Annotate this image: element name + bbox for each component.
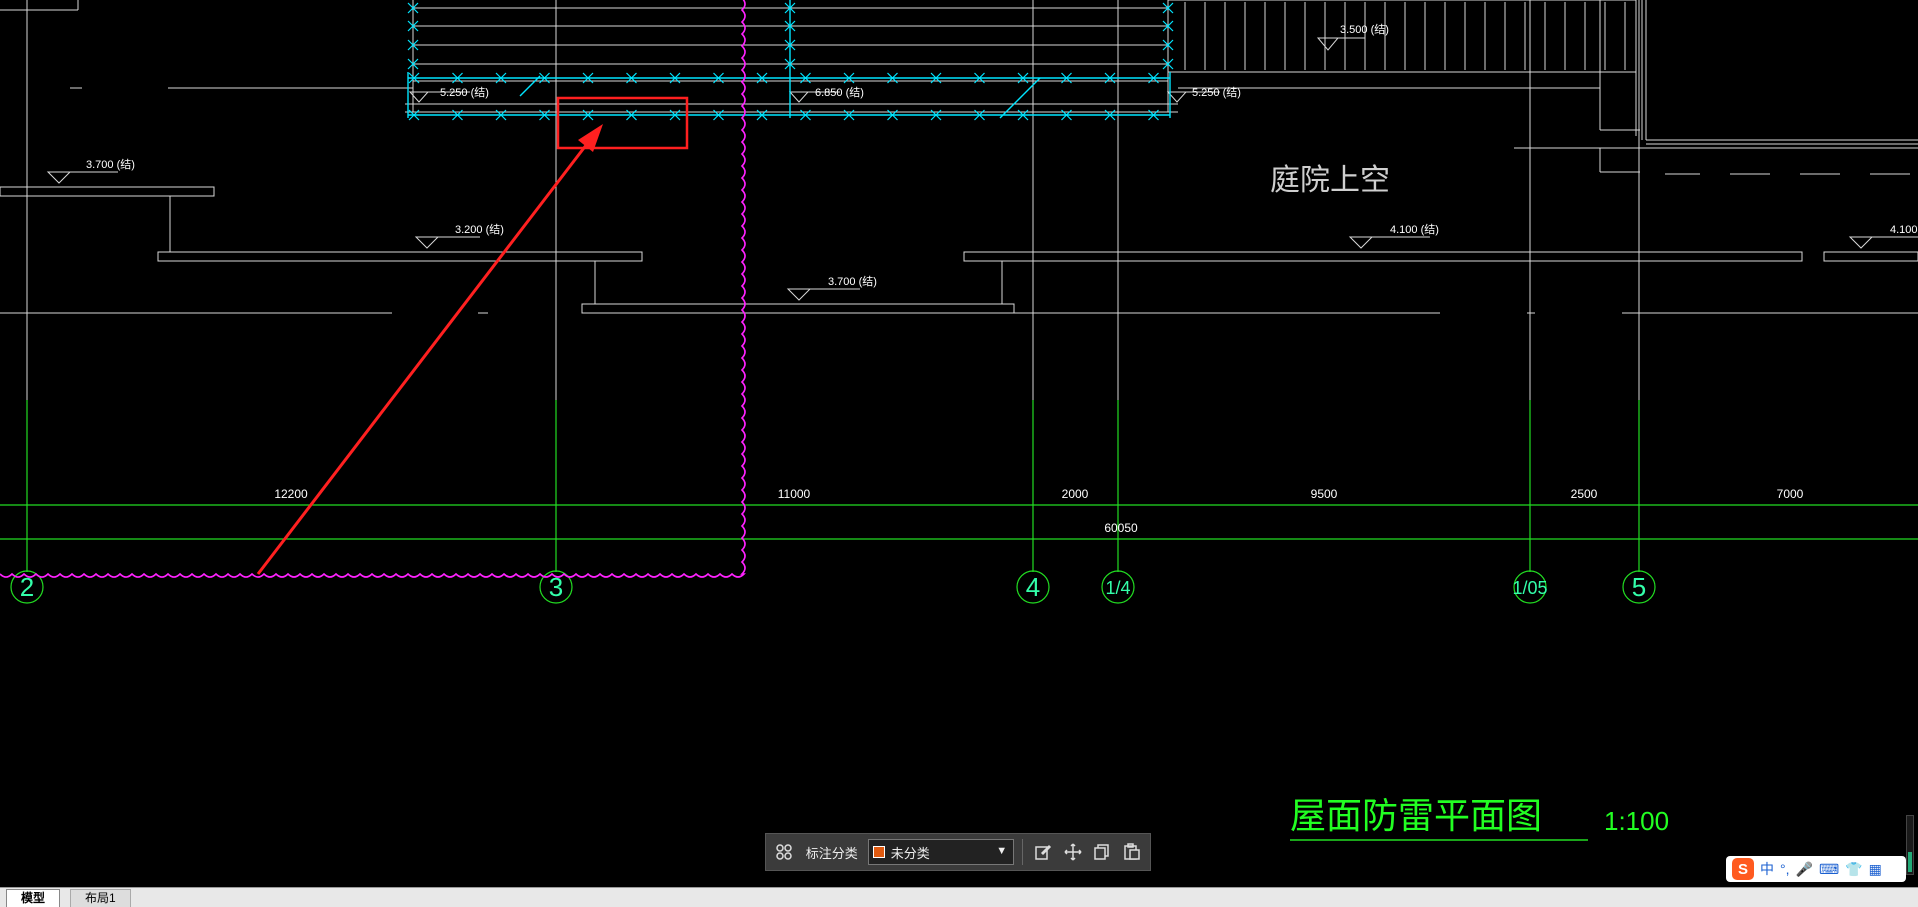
annotation-category-label: 标注分类 bbox=[805, 845, 858, 861]
ime-language-toggle[interactable]: 中 bbox=[1760, 859, 1774, 879]
elevation-label: 6.850 (结) bbox=[815, 86, 864, 99]
dimension-label: 2500 bbox=[1571, 487, 1598, 501]
elevation-label: 3.700 (结) bbox=[828, 275, 877, 288]
axis-label: 5 bbox=[1632, 572, 1646, 602]
courtyard-label: 庭院上空 bbox=[1270, 164, 1390, 197]
stair-hatch bbox=[1184, 2, 1626, 70]
skin-icon[interactable]: 👕 bbox=[1845, 861, 1862, 878]
markup-rectangle[interactable] bbox=[556, 96, 689, 150]
microphone-icon[interactable]: 🎤 bbox=[1796, 861, 1813, 878]
dimension-label: 11000 bbox=[778, 487, 811, 501]
axis-label: 1/4 bbox=[1105, 578, 1130, 598]
sogou-logo-icon[interactable]: S bbox=[1732, 858, 1754, 880]
category-color-swatch bbox=[872, 846, 885, 858]
toolbar-divider bbox=[1022, 839, 1024, 865]
move-icon[interactable] bbox=[1061, 840, 1085, 864]
elevation-label: 5.250 (结) bbox=[440, 86, 489, 99]
revision-cloud bbox=[0, 0, 746, 578]
annotation-category-select[interactable]: 未分类 ▼ bbox=[867, 839, 1015, 865]
axis-label: 4 bbox=[1026, 572, 1040, 602]
axis-bubbles bbox=[10, 570, 1656, 604]
grid-view-icon[interactable] bbox=[772, 840, 796, 864]
elevation-labels: 3.500 (结) 5.250 (结) 6.850 (结) 5.250 (结) … bbox=[86, 23, 1918, 288]
annotation-toolbar: 标注分类 未分类 ▼ bbox=[765, 833, 1151, 871]
copy-icon[interactable] bbox=[1091, 840, 1115, 864]
elevation-label: 4.100 (结) bbox=[1390, 223, 1439, 236]
category-value: 未分类 bbox=[890, 845, 930, 861]
keyboard-icon[interactable]: ⌨ bbox=[1819, 861, 1839, 878]
dimension-labels: 12200 11000 2000 9500 2500 7000 60050 bbox=[274, 487, 1803, 535]
elevation-label: 3.500 (结) bbox=[1340, 23, 1389, 36]
scrollbar-thumb[interactable] bbox=[1908, 852, 1912, 872]
structure-lines bbox=[0, 0, 1918, 400]
dimension-label: 7000 bbox=[1777, 487, 1804, 501]
dimension-label: 9500 bbox=[1311, 487, 1338, 501]
markup-annotation[interactable] bbox=[256, 96, 689, 575]
dimension-label: 12200 bbox=[274, 487, 308, 501]
axis-labels: 2 3 4 1/4 1/05 5 bbox=[20, 572, 1646, 602]
axis-label: 1/05 bbox=[1512, 578, 1547, 598]
elevation-label: 4.100 bbox=[1890, 224, 1918, 236]
elevation-label: 5.250 (结) bbox=[1192, 86, 1241, 99]
cad-viewer: 3.500 (结) 5.250 (结) 6.850 (结) 5.250 (结) … bbox=[0, 0, 1918, 907]
paste-icon[interactable] bbox=[1120, 840, 1144, 864]
drawing-scale: 1:100 bbox=[1604, 806, 1669, 836]
edit-icon[interactable] bbox=[1031, 840, 1055, 864]
ime-punctuation-toggle[interactable]: °, bbox=[1780, 861, 1790, 877]
tab-layout1[interactable]: 布局1 bbox=[70, 889, 131, 907]
vertical-scrollbar[interactable] bbox=[1906, 815, 1914, 875]
elevation-label: 3.200 (结) bbox=[455, 223, 504, 236]
ime-toolbar: S 中 °, 🎤 ⌨ 👕 ▦ bbox=[1726, 856, 1906, 882]
toolbox-icon[interactable]: ▦ bbox=[1869, 861, 1882, 878]
tab-model[interactable]: 模型 bbox=[6, 889, 61, 907]
drawing-canvas[interactable]: 3.500 (结) 5.250 (结) 6.850 (结) 5.250 (结) … bbox=[0, 0, 1918, 887]
dimension-label: 2000 bbox=[1062, 487, 1089, 501]
elevation-label: 3.700 (结) bbox=[86, 158, 135, 171]
layout-tab-strip: 模型 布局1 bbox=[0, 887, 1918, 907]
axis-grid bbox=[0, 400, 1918, 572]
markup-arrow[interactable] bbox=[256, 139, 592, 575]
total-dimension-label: 60050 bbox=[1104, 521, 1138, 535]
chevron-down-icon: ▼ bbox=[996, 845, 1008, 857]
drawing-title: 屋面防雷平面图 bbox=[1290, 795, 1542, 836]
lightning-net bbox=[407, 0, 1171, 119]
